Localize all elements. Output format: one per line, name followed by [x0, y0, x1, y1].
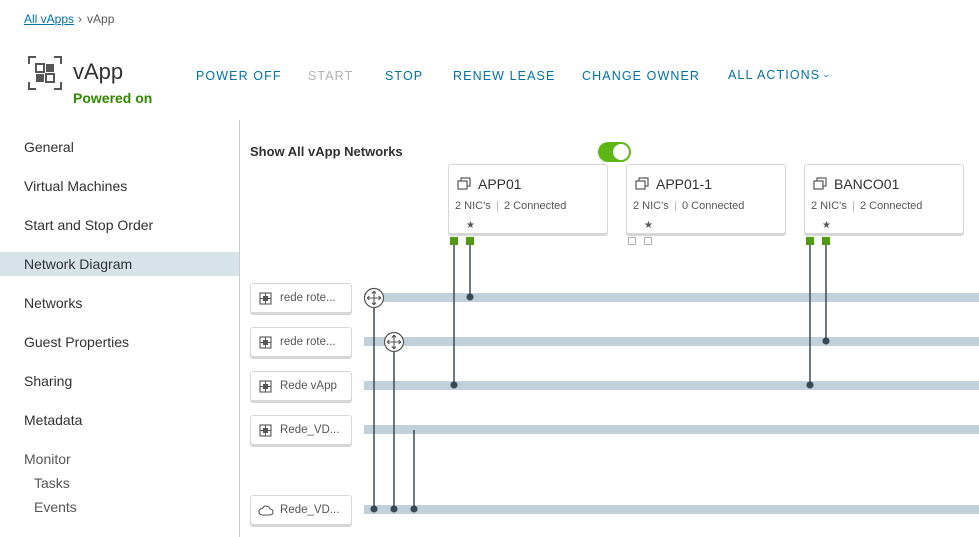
chevron-down-icon: ⌄ [822, 69, 831, 79]
connector-dot [390, 505, 398, 513]
show-all-networks-toggle[interactable] [598, 142, 631, 162]
sidebar-item-virtual-machines[interactable]: Virtual Machines [0, 174, 239, 198]
vm-card-app01[interactable]: APP01 2 NIC's | 2 Connected ★ [448, 164, 608, 234]
show-all-networks-label: Show All vApp Networks [250, 144, 403, 159]
power-off-button[interactable]: POWER OFF [196, 69, 282, 83]
nic-port-disconnected [644, 237, 652, 245]
connector-dot [370, 505, 378, 513]
status-text: Powered on [73, 90, 153, 106]
network-name: rede rote... [280, 336, 336, 348]
vm-connected-count: 0 Connected [682, 200, 745, 212]
nic-ports [450, 237, 830, 245]
router-icon [383, 331, 405, 353]
network-icon [259, 292, 272, 305]
nic-port-connected [822, 237, 830, 245]
divider: | [496, 200, 499, 212]
nic-port-disconnected [628, 237, 636, 245]
network-icon [259, 424, 272, 437]
sidebar-item-events[interactable]: Events [34, 499, 77, 515]
nic-port-connected [450, 237, 458, 245]
toggle-knob [613, 144, 629, 160]
sidebar-group-monitor: Monitor [24, 451, 71, 467]
all-actions-dropdown[interactable]: ALL ACTIONS ⌄ [728, 68, 831, 82]
network-card[interactable]: Rede vApp [250, 371, 352, 401]
sidebar-item-metadata[interactable]: Metadata [0, 408, 239, 432]
connector-dot [806, 381, 814, 389]
vm-connected-count: 2 Connected [860, 200, 923, 212]
network-card[interactable]: rede rote... [250, 283, 352, 313]
network-bar [364, 425, 979, 434]
network-card[interactable]: Rede_VD... [250, 415, 352, 445]
network-bar [364, 505, 979, 514]
network-icon [259, 336, 272, 349]
vm-icon [457, 177, 471, 190]
vm-name: APP01-1 [656, 176, 713, 192]
change-owner-button[interactable]: CHANGE OWNER [582, 69, 700, 83]
star-icon: ★ [644, 220, 653, 231]
vapp-grid-icon [28, 56, 62, 90]
nic-port-connected [466, 237, 474, 245]
vm-icon [813, 177, 827, 190]
connector-dot [466, 293, 474, 301]
network-name: rede rote... [280, 292, 336, 304]
router-icon [363, 287, 385, 309]
vm-nic-count: 2 NIC's [455, 200, 491, 212]
network-bar [364, 337, 979, 346]
breadcrumb-all-vapps-link[interactable]: All vApps [24, 12, 74, 26]
vm-name: BANCO01 [834, 176, 900, 192]
breadcrumb: All vApps › vApp [24, 12, 114, 26]
sidebar-item-sharing[interactable]: Sharing [0, 369, 239, 393]
vm-nic-count: 2 NIC's [811, 200, 847, 212]
sidebar-item-network-diagram[interactable]: Network Diagram [0, 252, 239, 276]
network-card[interactable]: rede rote... [250, 327, 352, 357]
page-title: vApp [73, 59, 124, 84]
network-name: Rede_VD... [280, 424, 340, 436]
vm-name: APP01 [478, 176, 522, 192]
star-icon: ★ [466, 220, 475, 231]
sidebar-item-general[interactable]: General [0, 135, 239, 159]
sidebar-item-networks[interactable]: Networks [0, 291, 239, 315]
vm-card-app01-1[interactable]: APP01-1 2 NIC's | 0 Connected ★ [626, 164, 786, 234]
vm-connected-count: 2 Connected [504, 200, 567, 212]
nic-port-connected [806, 237, 814, 245]
divider: | [674, 200, 677, 212]
cloud-icon [258, 505, 274, 516]
network-name: Rede_VD... [280, 504, 340, 516]
network-bar [364, 381, 979, 390]
sidebar-item-start-stop-order[interactable]: Start and Stop Order [0, 213, 239, 237]
vm-nic-count: 2 NIC's [633, 200, 669, 212]
network-icon [259, 380, 272, 393]
divider: | [852, 200, 855, 212]
connector-dot [450, 381, 458, 389]
connector-dot [822, 337, 830, 345]
nic-connectors [450, 245, 830, 389]
external-network-card[interactable]: Rede_VD... [250, 495, 352, 525]
stop-button[interactable]: STOP [385, 69, 423, 83]
renew-lease-button[interactable]: RENEW LEASE [453, 69, 555, 83]
sidebar-item-guest-properties[interactable]: Guest Properties [0, 330, 239, 354]
network-name: Rede vApp [280, 380, 337, 392]
network-bar [364, 293, 979, 302]
star-icon: ★ [822, 220, 831, 231]
connector-dot [410, 505, 418, 513]
breadcrumb-chevron-icon: › [78, 12, 83, 26]
network-bars [364, 293, 979, 514]
all-actions-label: ALL ACTIONS [728, 68, 821, 82]
vm-card-banco01[interactable]: BANCO01 2 NIC's | 2 Connected ★ [804, 164, 964, 234]
breadcrumb-current: vApp [87, 12, 115, 26]
vm-icon [635, 177, 649, 190]
sidebar-item-tasks[interactable]: Tasks [34, 475, 70, 491]
start-button: START [308, 69, 354, 83]
sidebar: General Virtual Machines Start and Stop … [0, 120, 240, 537]
